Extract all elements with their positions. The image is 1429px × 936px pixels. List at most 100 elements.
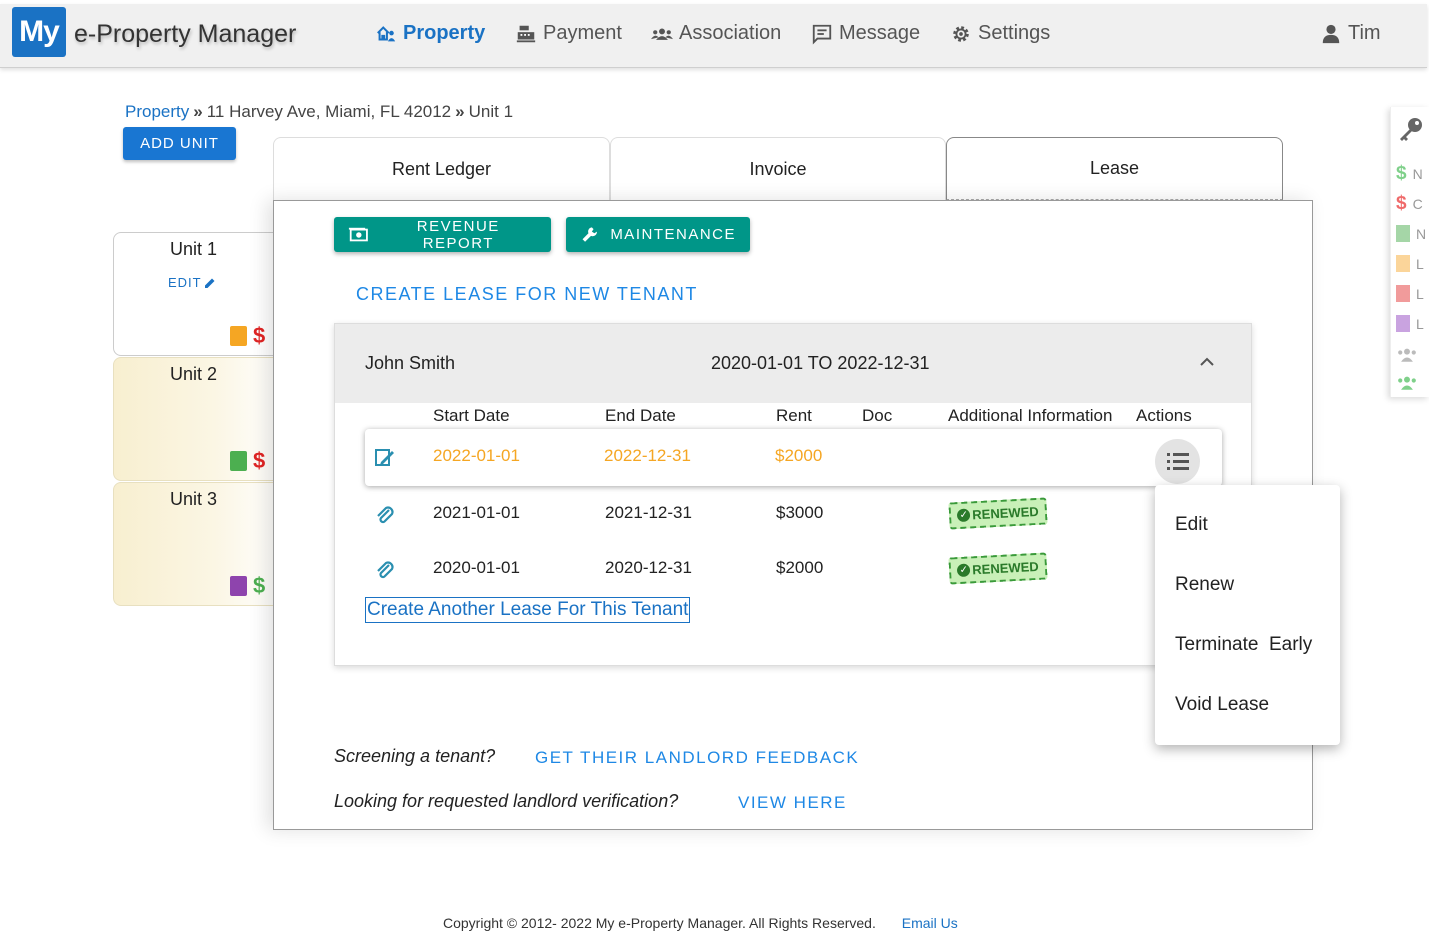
users-icon[interactable] (1396, 347, 1418, 363)
tab-lease[interactable]: Lease (946, 137, 1283, 200)
breadcrumb-address: 11 Harvey Ave, Miami, FL 42012 (206, 102, 452, 121)
house-people-icon (377, 25, 396, 41)
user-name: Tim (1348, 22, 1381, 44)
side-rail: $ N $ C N L L L (1390, 107, 1429, 397)
menu-item-terminate-early[interactable]: Terminate Early (1175, 634, 1312, 656)
breadcrumb-property[interactable]: Property (125, 102, 189, 122)
top-nav-bar: My e-Property Manager Property Payment A… (0, 4, 1427, 68)
paperclip-icon[interactable] (375, 559, 395, 581)
lease-doc-icon[interactable] (230, 326, 247, 346)
users-icon[interactable] (1396, 375, 1418, 391)
menu-item-void-lease[interactable]: Void Lease (1175, 694, 1269, 716)
nav-settings[interactable]: Settings (950, 22, 1050, 45)
unit-card-3[interactable]: Unit 3 $ (113, 482, 283, 606)
row-end-date: 2021-12-31 (605, 503, 692, 522)
breadcrumb-separator: » (193, 102, 203, 121)
unit-card-1[interactable]: Unit 1 EDIT $ (113, 232, 283, 356)
renewed-label: RENEWED (971, 558, 1040, 578)
list-icon (1166, 452, 1189, 470)
nav-property-label: Property (403, 22, 486, 44)
row-start-date: 2022-01-01 (433, 446, 520, 465)
header-actions: Actions (1136, 406, 1192, 425)
row-end-date: 2022-12-31 (604, 446, 691, 465)
nav-message[interactable]: Message (811, 22, 920, 45)
rail-item[interactable]: $ C (1396, 193, 1423, 215)
header-rent: Rent (776, 406, 812, 425)
row-end-date: 2020-12-31 (605, 558, 692, 577)
renewed-badge: ✓ RENEWED (948, 552, 1048, 585)
breadcrumb: Property » 11 Harvey Ave, Miami, FL 4201… (125, 102, 513, 122)
nav-message-label: Message (839, 22, 921, 44)
create-lease-new-tenant-link[interactable]: CREATE LEASE FOR NEW TENANT (356, 284, 698, 305)
actions-menu-button[interactable] (1155, 439, 1200, 484)
user-menu[interactable]: Tim (1320, 22, 1381, 45)
lease-doc-icon[interactable] (230, 451, 247, 471)
doc-icon (1396, 285, 1410, 302)
unit-card-2[interactable]: Unit 2 $ (113, 357, 283, 481)
rail-item-letter: L (1416, 315, 1424, 332)
doc-icon (1396, 255, 1410, 272)
edit-unit-button[interactable]: EDIT (168, 275, 216, 290)
rail-item[interactable]: L (1396, 285, 1424, 302)
actions-dropdown-menu: Edit Renew Terminate Early Void Lease (1155, 485, 1340, 745)
lease-doc-icon[interactable] (230, 576, 247, 596)
verification-text: Looking for requested landlord verificat… (334, 791, 679, 811)
wrench-icon (582, 226, 597, 242)
rail-item-letter: L (1416, 285, 1424, 302)
tab-rent-ledger[interactable]: Rent Ledger (273, 137, 610, 200)
row-start-date: 2020-01-01 (433, 558, 520, 577)
copyright-text: Copyright © 2012- 2022 My e-Property Man… (443, 915, 876, 931)
maintenance-button[interactable]: MAINTENANCE (566, 217, 750, 252)
row-rent: $2000 (775, 446, 823, 465)
header-start-date: Start Date (433, 406, 510, 425)
menu-item-renew[interactable]: Renew (1175, 574, 1234, 596)
landlord-feedback-link[interactable]: GET THEIR LANDLORD FEEDBACK (535, 748, 859, 768)
check-circle-icon: ✓ (956, 508, 971, 523)
tenant-name: John Smith (365, 353, 456, 373)
nav-property[interactable]: Property (375, 22, 485, 45)
rail-item[interactable]: L (1396, 315, 1424, 332)
edit-document-icon[interactable] (374, 446, 396, 468)
unit-name: Unit 1 (170, 239, 218, 259)
unit-status-icons: $ (230, 325, 265, 347)
table-row: 2022-01-01 2022-12-31 $2000 (365, 429, 1222, 486)
doc-icon (1396, 225, 1410, 242)
add-unit-button[interactable]: ADD UNIT (123, 127, 236, 160)
edit-label: EDIT (168, 275, 202, 290)
chevron-up-icon[interactable] (1197, 352, 1217, 372)
tab-invoice[interactable]: Invoice (610, 137, 946, 200)
view-here-link[interactable]: VIEW HERE (738, 793, 847, 813)
rent-dollar-icon[interactable]: $ (253, 575, 265, 597)
nav-settings-label: Settings (978, 22, 1051, 44)
app-logo[interactable]: My (12, 7, 66, 57)
revenue-report-button[interactable]: REVENUE REPORT (334, 217, 551, 252)
rail-item-letter: N (1412, 166, 1423, 182)
revenue-report-label: REVENUE REPORT (416, 217, 500, 252)
header-doc: Doc (862, 406, 893, 425)
menu-item-edit[interactable]: Edit (1175, 514, 1208, 536)
maintenance-label: MAINTENANCE (610, 226, 736, 243)
pencil-icon (204, 278, 215, 288)
paperclip-icon[interactable] (375, 504, 395, 526)
screening-text: Screening a tenant? (334, 746, 496, 766)
breadcrumb-unit: Unit 1 (468, 102, 514, 121)
lease-accordion: John Smith 2020-01-01 TO 2022-12-31 Star… (334, 323, 1252, 666)
unit-status-icons: $ (230, 450, 265, 472)
key-icon[interactable] (1397, 115, 1425, 143)
nav-association[interactable]: Association (651, 22, 781, 45)
lease-accordion-header[interactable]: John Smith 2020-01-01 TO 2022-12-31 (335, 324, 1251, 403)
check-circle-icon: ✓ (956, 563, 971, 578)
header-end-date: End Date (605, 406, 676, 425)
rail-item[interactable]: N (1396, 225, 1426, 242)
email-us-link[interactable]: Email Us (902, 915, 958, 931)
footer: Copyright © 2012- 2022 My e-Property Man… (443, 915, 958, 931)
row-rent: $3000 (776, 503, 824, 522)
dollar-icon: $ (1396, 163, 1407, 184)
rail-item[interactable]: $ N (1396, 163, 1423, 185)
header-additional-info: Additional Information (948, 406, 1113, 425)
create-another-lease-button[interactable]: Create Another Lease For This Tenant (365, 597, 691, 623)
rent-dollar-icon[interactable]: $ (253, 325, 265, 347)
nav-payment[interactable]: Payment (515, 22, 622, 45)
rail-item[interactable]: L (1396, 255, 1424, 272)
rent-dollar-icon[interactable]: $ (253, 450, 265, 472)
